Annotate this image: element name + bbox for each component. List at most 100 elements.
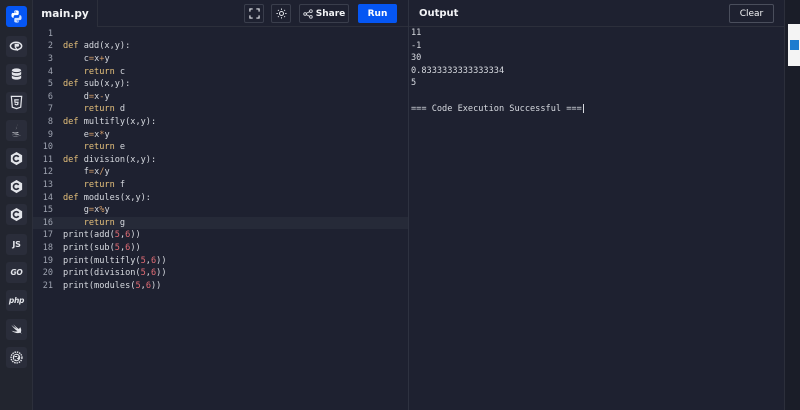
go-icon[interactable]: GO — [6, 262, 27, 283]
code-token: )) — [151, 280, 162, 291]
line-number: 12 — [42, 167, 53, 178]
code-token: y — [104, 91, 110, 102]
sun-icon — [275, 8, 287, 19]
database-icon[interactable] — [6, 64, 27, 85]
javascript-icon[interactable]: JS — [6, 234, 27, 255]
code-text: print(multifly(5,6)) — [63, 256, 167, 266]
code-token: division(x,y): — [83, 154, 157, 165]
code-text: print(division(5,6)) — [63, 268, 167, 278]
code-line[interactable]: 14 def modules(x,y): — [33, 191, 408, 204]
code-token: def — [63, 192, 84, 203]
code-text: e=x*y — [63, 130, 110, 140]
code-token: def — [63, 79, 84, 90]
code-line[interactable]: 8 def multifly(x,y): — [33, 116, 408, 129]
code-token: sub(x,y): — [83, 79, 131, 90]
code-line[interactable]: 4 return c — [33, 65, 408, 78]
code-line[interactable]: 2 def add(x,y): — [33, 40, 408, 53]
html5-icon[interactable] — [6, 92, 27, 113]
line-number: 13 — [42, 179, 53, 190]
javascript-icon-label: JS — [12, 240, 21, 249]
code-line[interactable]: 5 def sub(x,y): — [33, 78, 408, 91]
code-token: return — [63, 217, 120, 228]
code-token: multifly(x,y): — [83, 116, 157, 127]
code-line[interactable]: 13 return f — [33, 179, 408, 192]
java-icon[interactable] — [6, 120, 27, 141]
output-line: 11 — [411, 28, 422, 38]
code-token: e — [63, 129, 89, 140]
python-icon[interactable] — [6, 6, 27, 27]
share-icon — [303, 8, 313, 19]
code-text: return d — [63, 104, 125, 114]
code-line[interactable]: 11 def division(x,y): — [33, 154, 408, 167]
line-number: 21 — [42, 280, 53, 291]
output-line: 5 — [411, 78, 417, 89]
clear-button[interactable]: Clear — [729, 4, 774, 23]
code-token: d — [119, 104, 126, 115]
output-console: 11 -1 30 0.8333333333333334 5 === Code Execut… — [409, 27, 784, 410]
fullscreen-button[interactable] — [244, 4, 264, 23]
code-line[interactable]: 15 g=x%y — [33, 204, 408, 217]
php-icon-label: php — [8, 296, 25, 305]
code-line[interactable]: 16 return g — [33, 216, 408, 230]
code-token: print(sub( — [63, 242, 115, 253]
cpp-icon[interactable] — [6, 176, 27, 197]
rust-icon[interactable] — [6, 347, 27, 368]
line-number: 2 — [47, 41, 53, 52]
code-text: return e — [63, 142, 125, 152]
line-number: 10 — [42, 142, 53, 153]
code-line[interactable]: 9 e=x*y — [33, 128, 408, 141]
code-text: c=x+y — [63, 54, 110, 64]
code-token: def — [63, 154, 84, 165]
file-tab-main-py[interactable]: main.py — [33, 0, 98, 27]
share-button[interactable]: Share — [299, 4, 349, 23]
output-line: 30 — [411, 53, 422, 64]
line-number: 8 — [47, 116, 53, 127]
code-text: def modules(x,y): — [63, 193, 151, 203]
code-token: )) — [156, 255, 167, 266]
language-sidebar: JS GO php — [0, 0, 33, 410]
code-token: print(add( — [63, 230, 115, 241]
go-icon-label: GO — [10, 268, 23, 277]
code-line[interactable]: 10 return e — [33, 141, 408, 154]
code-token: return — [63, 66, 120, 77]
swift-icon[interactable] — [6, 319, 27, 340]
code-token: g — [63, 205, 89, 216]
code-text: f=x/y — [63, 167, 110, 177]
right-ad-strip — [784, 0, 800, 410]
code-line[interactable]: 3 c=x+y — [33, 53, 408, 66]
line-number: 17 — [42, 230, 53, 241]
line-number: 19 — [42, 255, 53, 266]
code-line[interactable]: 12 f=x/y — [33, 166, 408, 179]
code-line[interactable]: 20 print(division(5,6)) — [33, 267, 408, 280]
output-line: -1 — [411, 40, 422, 51]
theme-toggle-button[interactable] — [271, 4, 291, 23]
code-line[interactable]: 19 print(multifly(5,6)) — [33, 254, 408, 267]
code-token: c — [63, 53, 89, 64]
code-line[interactable]: 1 — [33, 28, 408, 41]
csharp-icon[interactable] — [6, 204, 27, 225]
code-line[interactable]: 6 d=x-y — [33, 91, 408, 104]
ad-thumbnail[interactable] — [788, 24, 800, 66]
code-line[interactable]: 18 print(sub(5,6)) — [33, 242, 408, 255]
code-token: f — [119, 179, 126, 190]
line-number: 6 — [47, 91, 53, 102]
php-icon[interactable]: php — [6, 290, 27, 311]
line-number: 5 — [47, 79, 53, 90]
r-icon[interactable] — [6, 36, 27, 57]
code-line[interactable]: 21 print(modules(5,6)) — [33, 280, 408, 293]
code-token: return — [63, 142, 120, 153]
code-editor[interactable]: 1 2 def add(x,y): 3 c=x+y 4 return c 5 def sub… — [33, 27, 408, 410]
code-text: return g — [63, 218, 125, 228]
c-icon[interactable] — [6, 148, 27, 169]
code-token: )) — [156, 268, 167, 279]
line-number: 18 — [42, 242, 53, 253]
line-number: 3 — [47, 53, 53, 64]
run-button[interactable]: Run — [358, 4, 397, 23]
code-line[interactable]: 17 print(add(5,6)) — [33, 229, 408, 242]
code-text: print(sub(5,6)) — [63, 243, 141, 253]
code-token: print(division( — [63, 268, 141, 279]
code-text: def sub(x,y): — [63, 79, 130, 89]
code-token: add(x,y): — [83, 41, 131, 52]
code-text: def add(x,y): — [63, 41, 130, 51]
code-line[interactable]: 7 return d — [33, 103, 408, 116]
